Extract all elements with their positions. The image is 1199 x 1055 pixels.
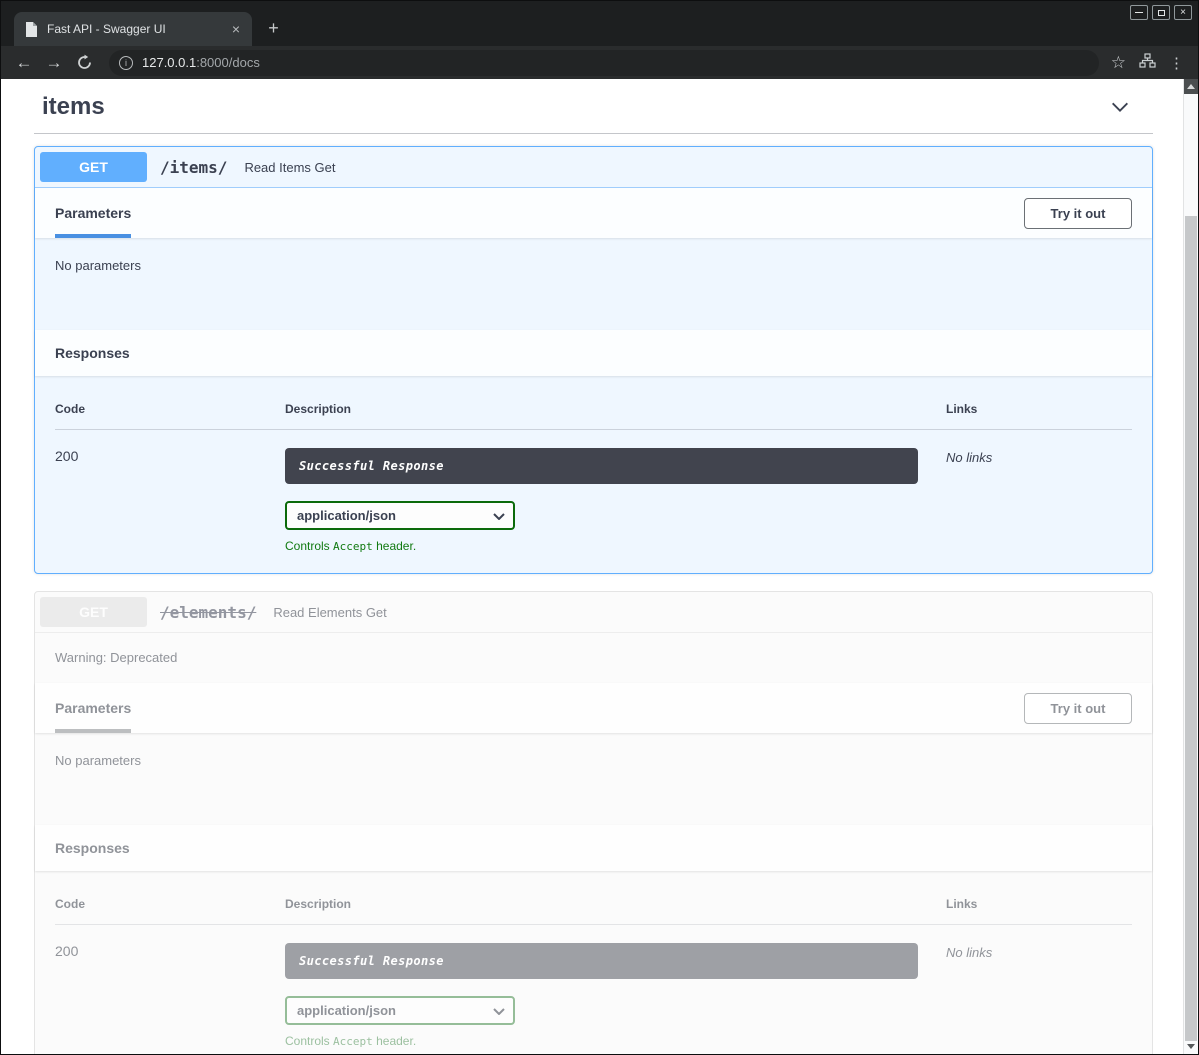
responses-table-head: Code Description Links (55, 883, 1132, 925)
opblock-get-elements-deprecated: GET /elements/ Read Elements Get Warning… (34, 591, 1153, 1054)
responses-header: Responses (35, 825, 1152, 871)
method-badge: GET (40, 597, 147, 627)
col-header-links: Links (946, 402, 1132, 416)
chevron-down-icon[interactable] (1109, 96, 1131, 118)
parameters-header: Parameters Try it out (35, 188, 1152, 238)
try-it-out-button[interactable]: Try it out (1024, 693, 1132, 724)
col-header-description: Description (285, 402, 946, 416)
response-code: 200 (55, 943, 285, 959)
response-description: Successful Response (285, 943, 918, 979)
media-type-select[interactable]: application/json (285, 996, 515, 1025)
bookmark-star-icon[interactable]: ☆ (1111, 53, 1126, 73)
flow-tree-icon[interactable] (1139, 53, 1156, 73)
note-suffix: header. (373, 539, 416, 553)
note-prefix: Controls (285, 1034, 333, 1048)
responses-table: Code Description Links 200 Successful Re… (35, 871, 1152, 1054)
accept-header-note: Controls Accept header. (285, 539, 946, 553)
scroll-up-icon (1187, 84, 1195, 89)
col-header-code: Code (55, 402, 285, 416)
response-description: Successful Response (285, 448, 918, 484)
url-path: :8000/docs (196, 55, 260, 70)
tab-parameters[interactable]: Parameters (55, 188, 131, 238)
tab-close-icon[interactable]: × (228, 21, 244, 37)
parameters-header: Parameters Try it out (35, 683, 1152, 733)
url-host: 127.0.0.1 (142, 55, 196, 70)
window-minimize-button[interactable] (1130, 5, 1148, 20)
responses-table: Code Description Links 200 Successful Re… (35, 376, 1152, 573)
deprecated-warning: Warning: Deprecated (35, 633, 1152, 683)
scrollbar-down-button[interactable] (1184, 1039, 1198, 1054)
toolbar-actions: ☆ ⋮ (1111, 53, 1184, 73)
reload-icon (76, 54, 93, 71)
browser-toolbar: ← → i 127.0.0.1:8000/docs ☆ ⋮ (1, 46, 1198, 79)
scrollbar-thumb[interactable] (1185, 216, 1197, 1041)
note-code: Accept (333, 1035, 373, 1048)
window-close-button[interactable]: × (1174, 5, 1192, 20)
opblock-get-items: GET /items/ Read Items Get Parameters Tr… (34, 146, 1153, 574)
opblock-summary[interactable]: GET /elements/ Read Elements Get (35, 592, 1152, 633)
response-row: 200 Successful Response application/json… (55, 430, 1132, 553)
operation-summary: Read Elements Get (273, 605, 386, 620)
tag-section-items[interactable]: items (34, 89, 1153, 134)
tag-title: items (42, 93, 105, 121)
page-scrollbar[interactable] (1183, 79, 1198, 1054)
tab-title: Fast API - Swagger UI (47, 22, 219, 36)
swagger-page: items GET /items/ Read Items Get Paramet… (1, 79, 1185, 1054)
browser-tab[interactable]: Fast API - Swagger UI × (14, 12, 252, 46)
note-prefix: Controls (285, 539, 333, 553)
browser-window: Fast API - Swagger UI × + × ← → i 127.0.… (0, 0, 1199, 1055)
col-header-description: Description (285, 897, 946, 911)
tab-parameters[interactable]: Parameters (55, 683, 131, 733)
response-links: No links (946, 448, 1132, 465)
media-type-control: application/json (285, 996, 515, 1025)
forward-button[interactable]: → (39, 49, 69, 77)
operation-path: /items/ (160, 158, 227, 177)
responses-table-head: Code Description Links (55, 388, 1132, 430)
operation-path: /elements/ (160, 603, 256, 622)
col-header-links: Links (946, 897, 1132, 911)
method-badge: GET (40, 152, 147, 182)
note-code: Accept (333, 540, 373, 553)
media-type-control: application/json (285, 501, 515, 530)
responses-title: Responses (55, 840, 130, 856)
window-maximize-button[interactable] (1152, 5, 1170, 20)
operation-summary: Read Items Get (244, 160, 335, 175)
accept-header-note: Controls Accept header. (285, 1034, 946, 1048)
browser-menu-icon[interactable]: ⋮ (1169, 54, 1184, 72)
col-header-code: Code (55, 897, 285, 911)
note-suffix: header. (373, 1034, 416, 1048)
reload-button[interactable] (69, 49, 99, 77)
url-text: 127.0.0.1:8000/docs (142, 55, 260, 70)
no-parameters-text: No parameters (35, 238, 1152, 330)
page-favicon-icon (25, 22, 38, 37)
responses-title: Responses (55, 345, 130, 361)
new-tab-button[interactable]: + (260, 15, 287, 42)
response-code: 200 (55, 448, 285, 464)
opblock-summary[interactable]: GET /items/ Read Items Get (35, 147, 1152, 188)
address-bar[interactable]: i 127.0.0.1:8000/docs (109, 50, 1099, 76)
no-parameters-text: No parameters (35, 733, 1152, 825)
window-controls: × (1130, 5, 1192, 20)
response-row: 200 Successful Response application/json… (55, 925, 1132, 1048)
response-description-cell: Successful Response application/json Con… (285, 448, 946, 553)
scroll-down-icon (1187, 1044, 1195, 1049)
scrollbar-up-button[interactable] (1184, 79, 1198, 94)
responses-header: Responses (35, 330, 1152, 376)
try-it-out-button[interactable]: Try it out (1024, 198, 1132, 229)
close-icon: × (1180, 8, 1186, 18)
minimize-icon (1135, 12, 1143, 13)
site-info-icon[interactable]: i (119, 56, 133, 70)
back-button[interactable]: ← (9, 49, 39, 77)
browser-titlebar: Fast API - Swagger UI × + × (1, 1, 1198, 46)
media-type-select[interactable]: application/json (285, 501, 515, 530)
response-links: No links (946, 943, 1132, 960)
response-description-cell: Successful Response application/json Con… (285, 943, 946, 1048)
maximize-icon (1158, 10, 1165, 16)
